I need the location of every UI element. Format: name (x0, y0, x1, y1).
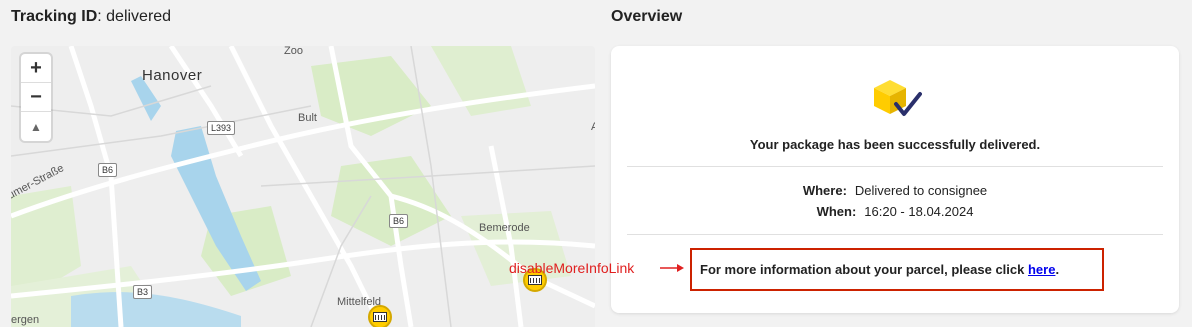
annotation-label: disableMoreInfoLink (509, 260, 635, 276)
when-row: When: 16:20 - 18.04.2024 (611, 204, 1179, 219)
where-row: Where: Delivered to consignee (611, 183, 1179, 198)
map-label-bergen: ergen (11, 314, 40, 326)
overview-heading: Overview (611, 8, 683, 25)
road-tag-b3: B3 (133, 285, 153, 299)
compass-button[interactable]: ▲ (21, 112, 51, 141)
divider (627, 166, 1163, 167)
map-label-bult: Bult (298, 112, 317, 124)
when-label: When: (816, 204, 857, 219)
when-value: 16:20 - 18.04.2024 (864, 204, 974, 219)
map-label-hanover: Hanover (142, 67, 203, 84)
compass-icon: ▲ (30, 119, 42, 134)
where-label: Where: (802, 183, 847, 198)
road-tag-b6-west: B6 (98, 163, 118, 177)
more-info-suffix: . (1055, 262, 1060, 277)
map-label-zoo: Zoo (284, 46, 303, 57)
tracking-id-value: : delivered (97, 8, 172, 25)
map-label-bemerode: Bemerode (479, 222, 530, 234)
dhl-location-pin[interactable] (368, 305, 392, 327)
map-zoom-control: + − ▲ (21, 54, 51, 141)
map-background (11, 46, 595, 327)
more-info-box: For more information about your parcel, … (690, 248, 1104, 291)
zoom-out-button[interactable]: − (21, 83, 51, 112)
parcel-station-icon (528, 275, 542, 285)
annotation-arrow-icon (660, 264, 684, 272)
map-view[interactable]: Zoo Hanover Bult L393 B6 B6 B3 umer-Stra… (11, 46, 595, 327)
road-tag-l393: L393 (207, 121, 236, 135)
map-label-edge: A (591, 121, 595, 133)
more-info-link[interactable]: here (1028, 262, 1055, 277)
more-info-text: For more information about your parcel, … (700, 262, 1025, 277)
parcel-station-icon (373, 312, 387, 322)
package-delivered-icon (874, 80, 922, 116)
road-tag-b6-east: B6 (389, 214, 409, 228)
delivery-status-message: Your package has been successfully deliv… (749, 137, 1041, 152)
tracking-id-heading: Tracking ID: delivered (11, 8, 171, 26)
tracking-id-label: Tracking ID (11, 8, 98, 25)
divider (627, 234, 1163, 235)
where-value: Delivered to consignee (854, 183, 988, 198)
overview-card: Your package has been successfully deliv… (611, 46, 1179, 313)
zoom-in-button[interactable]: + (21, 54, 51, 83)
